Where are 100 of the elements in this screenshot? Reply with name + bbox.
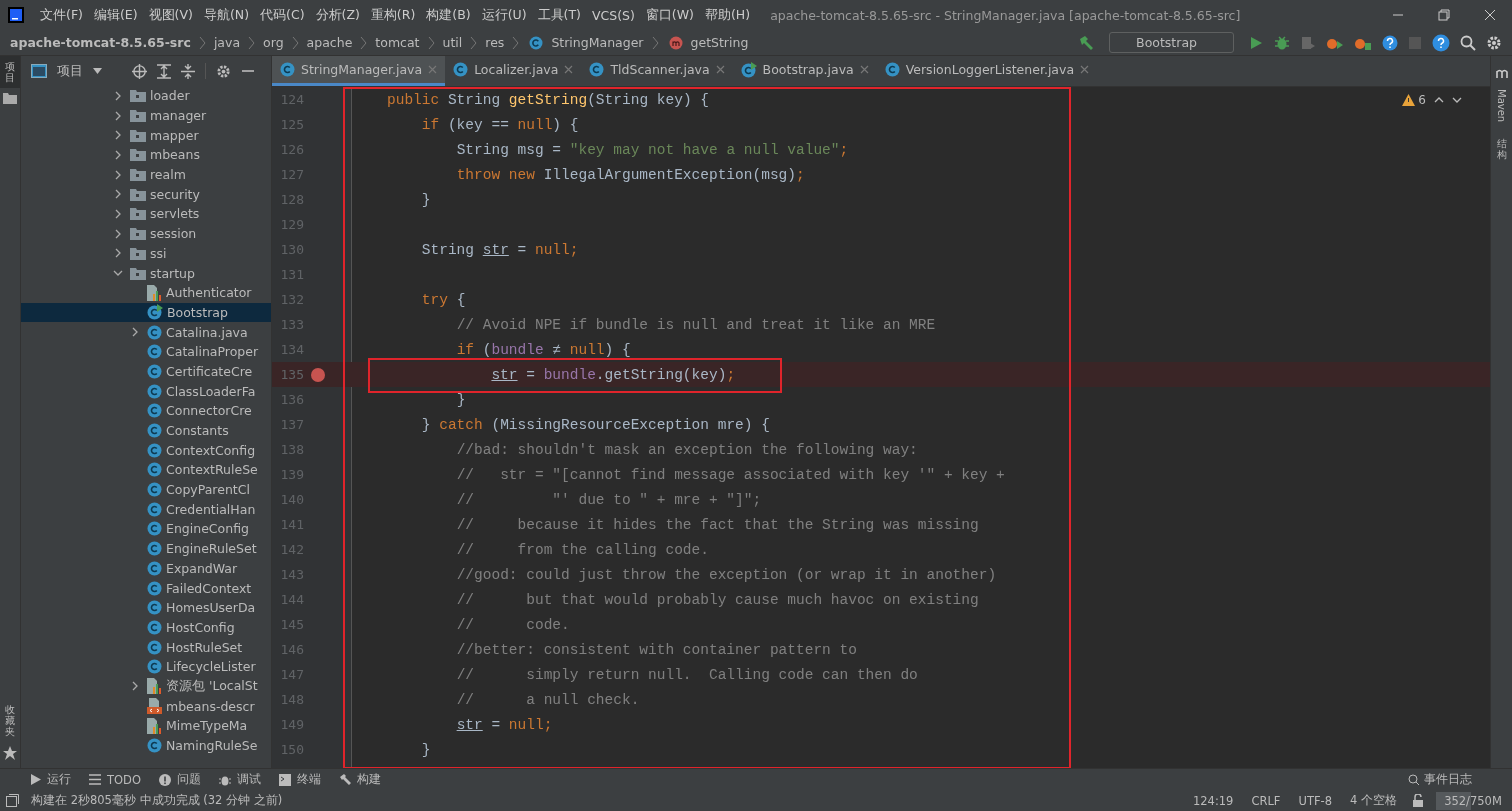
- magnifier-icon[interactable]: [1408, 773, 1420, 786]
- tool-window-button[interactable]: 运行: [47, 772, 71, 787]
- tree-item[interactable]: CredentialHan: [166, 501, 256, 517]
- tree-item[interactable]: HomesUserDa: [166, 600, 256, 616]
- event-log-button[interactable]: 事件日志: [1424, 772, 1472, 787]
- caret-icon[interactable]: [93, 68, 102, 74]
- menu-item[interactable]: 帮助(H): [699, 6, 756, 24]
- tree-item[interactable]: CopyParentCl: [166, 482, 250, 498]
- tree-item[interactable]: ConnectorCre: [166, 403, 252, 419]
- hammer-icon[interactable]: [1077, 33, 1096, 52]
- breadcrumb-item[interactable]: util: [442, 35, 463, 50]
- chevron-right-icon[interactable]: [130, 327, 140, 338]
- help-icon[interactable]: [1382, 34, 1398, 51]
- menu-item[interactable]: 代码(C): [255, 6, 310, 24]
- breadcrumb-item[interactable]: StringManager: [551, 35, 644, 50]
- tree-item[interactable]: FailedContext: [166, 580, 252, 596]
- chevron-right-icon[interactable]: [113, 110, 123, 121]
- tab-label[interactable]: Bootstrap.java: [762, 62, 854, 77]
- tree-item[interactable]: HostRuleSet: [166, 639, 243, 655]
- memory-indicator[interactable]: 352/750M: [1436, 791, 1510, 810]
- tree-item[interactable]: LifecycleLister: [166, 659, 256, 675]
- tree-item[interactable]: manager: [150, 108, 207, 124]
- tree-item[interactable]: realm: [150, 167, 186, 183]
- tree-item[interactable]: Constants: [166, 423, 229, 439]
- breadcrumb-item[interactable]: org: [263, 35, 284, 50]
- breadcrumb-item[interactable]: getString: [690, 35, 749, 50]
- tool-window-button[interactable]: 问题: [177, 772, 201, 787]
- close-icon[interactable]: [1484, 9, 1496, 21]
- settings-icon[interactable]: [1486, 34, 1502, 51]
- chevron-right-icon[interactable]: [130, 681, 140, 692]
- menu-item[interactable]: 编辑(E): [88, 6, 143, 24]
- tree-item[interactable]: Catalina.java: [166, 324, 248, 340]
- expand-all-icon[interactable]: [157, 63, 171, 79]
- tree-item[interactable]: ExpandWar: [166, 560, 238, 576]
- chevron-down-icon[interactable]: [1452, 95, 1462, 105]
- panel-toggle-icon[interactable]: [6, 794, 19, 807]
- chevron-right-icon[interactable]: [113, 248, 123, 259]
- chevron-right-icon[interactable]: [113, 149, 123, 160]
- menu-item[interactable]: 导航(N): [198, 6, 255, 24]
- maven-tool-button[interactable]: Maven: [1491, 84, 1512, 128]
- breadcrumb-item[interactable]: tomcat: [375, 35, 420, 50]
- tree-item[interactable]: EngineConfig: [166, 521, 249, 537]
- tree-item[interactable]: mbeans-descr: [166, 698, 255, 714]
- tab-label[interactable]: Localizer.java: [474, 62, 559, 77]
- tree-item[interactable]: Authenticator: [166, 285, 252, 301]
- restore-icon[interactable]: [1438, 9, 1450, 21]
- settings-icon[interactable]: [216, 63, 231, 79]
- selected-tree-row[interactable]: Bootstrap: [21, 302, 271, 323]
- tab-label[interactable]: VersionLoggerListener.java: [905, 62, 1075, 77]
- tab-label[interactable]: TldScanner.java: [610, 62, 710, 77]
- tree-item[interactable]: mbeans: [150, 147, 200, 163]
- tree-item[interactable]: 资源包 'LocalSt: [166, 677, 258, 695]
- tree-item[interactable]: ssi: [150, 245, 167, 261]
- tree-item[interactable]: EngineRuleSet: [166, 541, 257, 557]
- breadcrumb-item[interactable]: apache: [306, 35, 353, 50]
- indent-setting[interactable]: 4 个空格: [1347, 793, 1400, 808]
- menu-item[interactable]: VCS(S): [586, 7, 640, 23]
- editor-tab[interactable]: VersionLoggerListener.java: [876, 56, 1098, 86]
- crosshair-icon[interactable]: [132, 63, 147, 79]
- chevron-right-icon[interactable]: [113, 90, 123, 101]
- tree-item[interactable]: CatalinaProper: [166, 344, 259, 360]
- menu-item[interactable]: 视图(V): [143, 6, 198, 24]
- tree-item[interactable]: NamingRuleSe: [166, 738, 258, 754]
- tool-window-button[interactable]: TODO: [107, 772, 141, 787]
- play-icon[interactable]: [1248, 34, 1264, 51]
- breadcrumb-item[interactable]: res: [485, 35, 505, 50]
- tool-window-button[interactable]: 调试: [237, 772, 261, 787]
- tree-item[interactable]: CertificateCre: [166, 363, 253, 379]
- chevron-right-icon[interactable]: [113, 189, 123, 200]
- editor-tab[interactable]: TldScanner.java: [581, 56, 733, 86]
- bug-icon[interactable]: [1274, 34, 1290, 51]
- menu-item[interactable]: 工具(T): [532, 6, 586, 24]
- chevron-right-icon[interactable]: [113, 130, 123, 141]
- unlock-icon[interactable]: [1412, 794, 1424, 807]
- warning-icon[interactable]: [1402, 94, 1416, 106]
- editor-tab[interactable]: Localizer.java: [445, 56, 582, 86]
- tree-item[interactable]: loader: [150, 88, 190, 104]
- tree-item[interactable]: Bootstrap: [167, 304, 228, 320]
- chevron-up-icon[interactable]: [1434, 95, 1444, 105]
- editor-tab[interactable]: Bootstrap.java: [732, 56, 877, 86]
- tree-item[interactable]: ClassLoaderFa: [166, 383, 256, 399]
- warning-count[interactable]: 6: [1418, 93, 1426, 107]
- tree-item[interactable]: mapper: [150, 127, 199, 143]
- tree-item[interactable]: startup: [150, 265, 195, 281]
- tree-item[interactable]: HostConfig: [166, 619, 235, 635]
- favorites-tool-button[interactable]: 收藏夹: [0, 699, 20, 742]
- breadcrumb-item[interactable]: java: [213, 35, 241, 50]
- collapse-all-icon[interactable]: [181, 63, 195, 79]
- tree-item[interactable]: session: [150, 226, 197, 242]
- menu-item[interactable]: 构建(B): [421, 6, 476, 24]
- project-view-dropdown[interactable]: 项目: [57, 62, 83, 80]
- tree-item[interactable]: security: [150, 186, 200, 202]
- menu-item[interactable]: 窗口(W): [640, 6, 699, 24]
- caret-position[interactable]: 124:19: [1189, 793, 1237, 808]
- menu-item[interactable]: 运行(U): [476, 6, 532, 24]
- chevron-right-icon[interactable]: [113, 228, 123, 239]
- editor-tab[interactable]: StringManager.java: [272, 56, 446, 86]
- project-tool-button[interactable]: 项目: [0, 56, 20, 88]
- chevron-right-icon[interactable]: [113, 208, 123, 219]
- search-icon[interactable]: [1460, 34, 1476, 51]
